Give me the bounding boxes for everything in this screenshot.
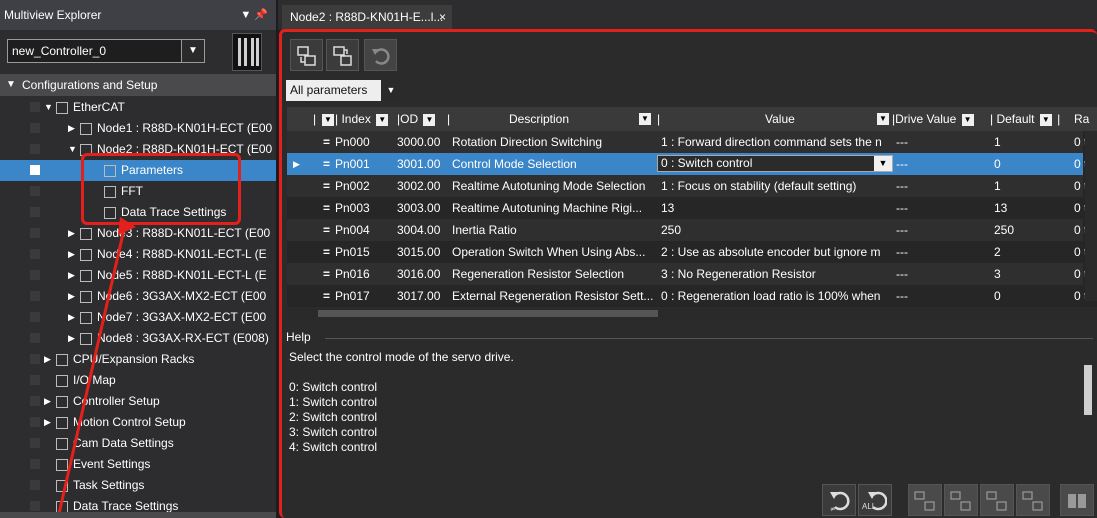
expand-arrow-icon[interactable]: ▼ <box>44 97 53 118</box>
tree-item-marker <box>30 396 40 406</box>
tree-item-marker <box>30 354 40 364</box>
tree-item-marker <box>30 123 40 133</box>
tree-item-marker <box>30 228 40 238</box>
controller-select[interactable]: new_Controller_0 ▼ <box>7 39 205 63</box>
tree-item-marker <box>30 438 40 448</box>
tree-item[interactable]: ▶ Node1 : R88D-KN01H-ECT (E00 <box>0 118 276 139</box>
tree-item-marker <box>30 165 40 175</box>
tree-item-marker <box>30 186 40 196</box>
tab-node2-parameters[interactable]: Node2 : R88D-KN01H-E...l... × <box>282 5 452 30</box>
controller-select-value: new_Controller_0 <box>12 44 107 58</box>
tree-item-marker <box>30 144 40 154</box>
tree-item-marker <box>30 102 40 112</box>
tree-item-marker <box>30 207 40 217</box>
pane-title: Multiview Explorer ▼ 📌 <box>0 0 276 30</box>
expand-arrow-icon[interactable]: ▼ <box>6 74 16 96</box>
network-icon <box>56 102 68 114</box>
tree-item-marker <box>30 375 40 385</box>
tree-item[interactable]: ▼ EtherCAT <box>0 97 276 118</box>
pane-title-text: Multiview Explorer <box>4 8 102 22</box>
annotation-arrow <box>56 217 136 518</box>
close-icon[interactable]: × <box>439 5 446 29</box>
tree-item-marker <box>30 333 40 343</box>
node-icon <box>80 123 92 135</box>
controller-icon <box>232 33 262 71</box>
tree-item-label: Node1 : R88D-KN01H-ECT (E00 <box>97 121 273 135</box>
tree-item-marker <box>30 270 40 280</box>
tree-item-marker <box>30 291 40 301</box>
tab-label: Node2 : R88D-KN01H-E...l... <box>290 10 444 24</box>
tree-item-marker <box>30 501 40 511</box>
editor-highlight <box>279 29 1097 518</box>
pane-footer <box>0 512 276 518</box>
tree-item-label: EtherCAT <box>73 100 125 114</box>
expand-arrow-icon[interactable]: ▼ <box>68 139 77 160</box>
tree-item-marker <box>30 249 40 259</box>
tree-item-marker <box>30 312 40 322</box>
tree-item-marker <box>30 417 40 427</box>
tree-item-marker <box>30 480 40 490</box>
tree-section-configurations[interactable]: ▼ Configurations and Setup <box>0 74 276 96</box>
chevron-down-icon[interactable]: ▼ <box>181 40 204 62</box>
tree-section-label: Configurations and Setup <box>22 78 158 92</box>
expand-arrow-icon[interactable]: ▶ <box>68 118 75 139</box>
pin-icon[interactable]: ▼ 📌 <box>240 0 268 30</box>
tree-item-marker <box>30 459 40 469</box>
